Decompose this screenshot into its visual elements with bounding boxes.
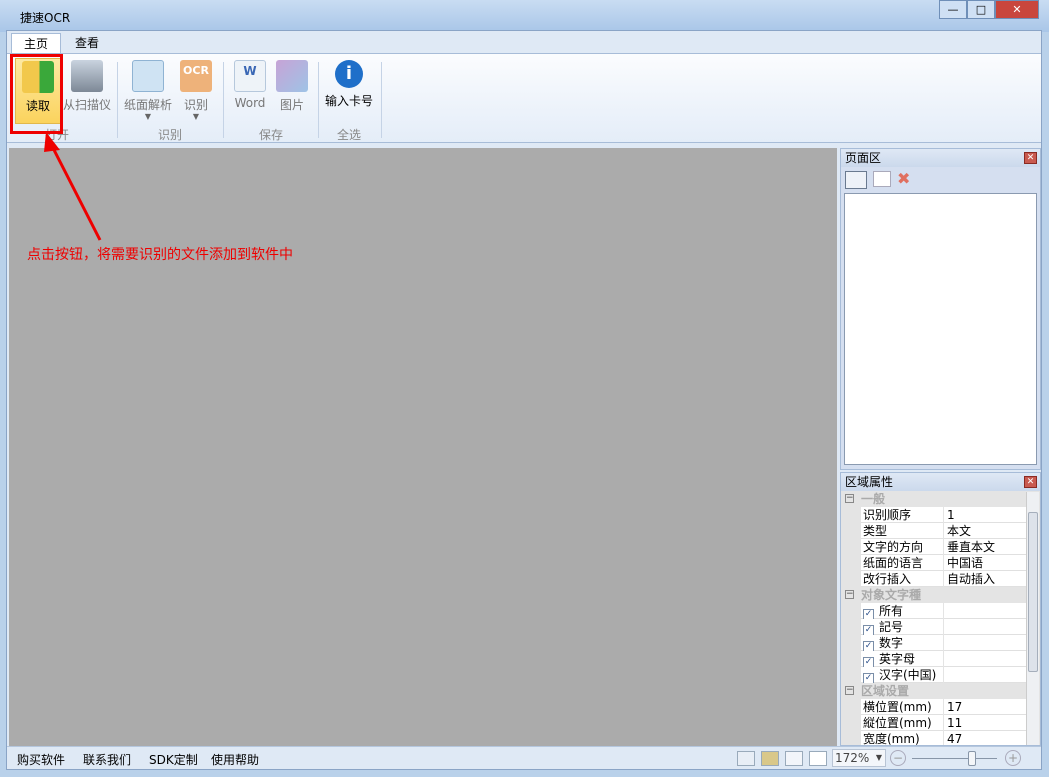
property-name: 横位置(mm) bbox=[861, 699, 943, 715]
properties-panel-title: 区域属性 bbox=[845, 475, 894, 489]
contact-us-link[interactable]: 联系我们 bbox=[83, 751, 131, 768]
property-checkbox-row[interactable]: ✓ 汉字(中国) bbox=[841, 667, 1027, 684]
category-label: 一般 bbox=[861, 492, 886, 506]
property-category[interactable]: − 一般 bbox=[841, 491, 1027, 507]
property-name: 改行插入 bbox=[861, 571, 943, 587]
property-value[interactable]: 17 bbox=[944, 699, 1027, 715]
help-link[interactable]: 使用帮助 bbox=[211, 751, 259, 768]
property-category[interactable]: − 区域设置 bbox=[841, 683, 1027, 699]
property-category[interactable]: − 对象文字種 bbox=[841, 587, 1027, 603]
checkbox-label: 所有 bbox=[879, 604, 904, 618]
property-value[interactable]: 本文 bbox=[944, 523, 1027, 539]
zoom-value: 172% bbox=[835, 751, 870, 765]
checkbox-label: 汉字(中国) bbox=[879, 668, 937, 682]
property-row[interactable]: 识别顺序 1 bbox=[841, 507, 1027, 523]
property-name: 文字的方向 bbox=[861, 539, 943, 555]
property-row[interactable]: 文字的方向 垂直本文 bbox=[841, 539, 1027, 555]
checkbox-label: 英字母 bbox=[879, 652, 916, 666]
sdk-custom-link[interactable]: SDK定制 bbox=[149, 751, 198, 768]
property-checkbox-row[interactable]: ✓ 記号 bbox=[841, 619, 1027, 636]
property-name: 纸面的语言 bbox=[861, 555, 943, 571]
close-button[interactable]: ✕ bbox=[995, 0, 1039, 19]
property-row[interactable]: 改行插入 自动插入 bbox=[841, 571, 1027, 587]
fit-page-icon[interactable] bbox=[737, 751, 755, 766]
property-value[interactable]: 中国语 bbox=[944, 555, 1027, 571]
property-row[interactable]: 横位置(mm) 17 bbox=[841, 699, 1027, 715]
text-view-icon[interactable] bbox=[785, 751, 803, 766]
property-row[interactable]: 宽度(mm) 47 bbox=[841, 731, 1027, 745]
property-checkbox-row[interactable]: ✓ 英字母 bbox=[841, 651, 1027, 668]
zoom-in-icon[interactable]: + bbox=[1005, 750, 1021, 766]
property-grid: − 一般 识别顺序 1 类型 本文 文字的方向 垂直本文 纸面的语言 中国语 改行插入 自动插入 − 对象… bbox=[841, 491, 1040, 745]
annotation-arrow bbox=[44, 132, 102, 241]
collapse-icon[interactable]: − bbox=[845, 590, 854, 599]
checkbox-label: 数字 bbox=[879, 636, 904, 650]
scrollbar[interactable] bbox=[1026, 492, 1039, 745]
property-row[interactable]: 类型 本文 bbox=[841, 523, 1027, 539]
properties-panel: 区域属性 ✕ − 一般 识别顺序 1 类型 本文 文字的方向 垂直本文 纸面的语言 中国语 改行插入自… bbox=[840, 472, 1041, 746]
collapse-icon[interactable]: − bbox=[845, 494, 854, 503]
property-row[interactable]: 纸面的语言 中国语 bbox=[841, 555, 1027, 571]
status-bar: 购买软件 联系我们 SDK定制 使用帮助 172% ▼ − + bbox=[7, 746, 1041, 769]
property-name: 类型 bbox=[861, 523, 943, 539]
property-value[interactable]: 自动插入 bbox=[944, 571, 1027, 587]
property-value[interactable]: 47 bbox=[944, 731, 1027, 745]
close-icon[interactable]: ✕ bbox=[1024, 476, 1037, 488]
property-name: 縦位置(mm) bbox=[861, 715, 943, 731]
category-label: 对象文字種 bbox=[861, 588, 922, 602]
page-panel: 页面区 ✕ ✖ bbox=[840, 148, 1041, 470]
close-icon[interactable]: ✕ bbox=[1024, 152, 1037, 164]
property-checkbox-row[interactable]: ✓ 所有 bbox=[841, 603, 1027, 620]
property-value[interactable]: 1 bbox=[944, 507, 1027, 523]
split-view-icon[interactable] bbox=[809, 751, 827, 766]
zoom-out-icon[interactable]: − bbox=[890, 750, 906, 766]
buy-software-link[interactable]: 购买软件 bbox=[17, 751, 65, 768]
zoom-slider[interactable] bbox=[912, 751, 997, 766]
page-list[interactable] bbox=[844, 193, 1037, 465]
page-panel-title: 页面区 bbox=[845, 151, 882, 165]
zoom-select[interactable]: 172% ▼ bbox=[832, 749, 886, 767]
category-label: 区域设置 bbox=[861, 684, 910, 698]
property-name: 识别顺序 bbox=[861, 507, 943, 523]
maximize-button[interactable]: □ bbox=[967, 0, 995, 19]
property-row[interactable]: 縦位置(mm) 11 bbox=[841, 715, 1027, 731]
page-thumbnail-view-icon[interactable] bbox=[845, 171, 867, 189]
image-view-icon[interactable] bbox=[761, 751, 779, 766]
property-value[interactable]: 垂直本文 bbox=[944, 539, 1027, 555]
page-list-view-icon[interactable] bbox=[873, 171, 891, 187]
checkbox-label: 記号 bbox=[879, 620, 904, 634]
annotation-text: 点击按钮，将需要识别的文件添加到软件中 bbox=[27, 247, 293, 263]
minimize-button[interactable]: — bbox=[939, 0, 967, 19]
delete-page-icon[interactable]: ✖ bbox=[897, 171, 910, 189]
property-checkbox-row[interactable]: ✓ 数字 bbox=[841, 635, 1027, 652]
collapse-icon[interactable]: − bbox=[845, 686, 854, 695]
property-name: 宽度(mm) bbox=[861, 731, 943, 745]
property-value[interactable]: 11 bbox=[944, 715, 1027, 731]
